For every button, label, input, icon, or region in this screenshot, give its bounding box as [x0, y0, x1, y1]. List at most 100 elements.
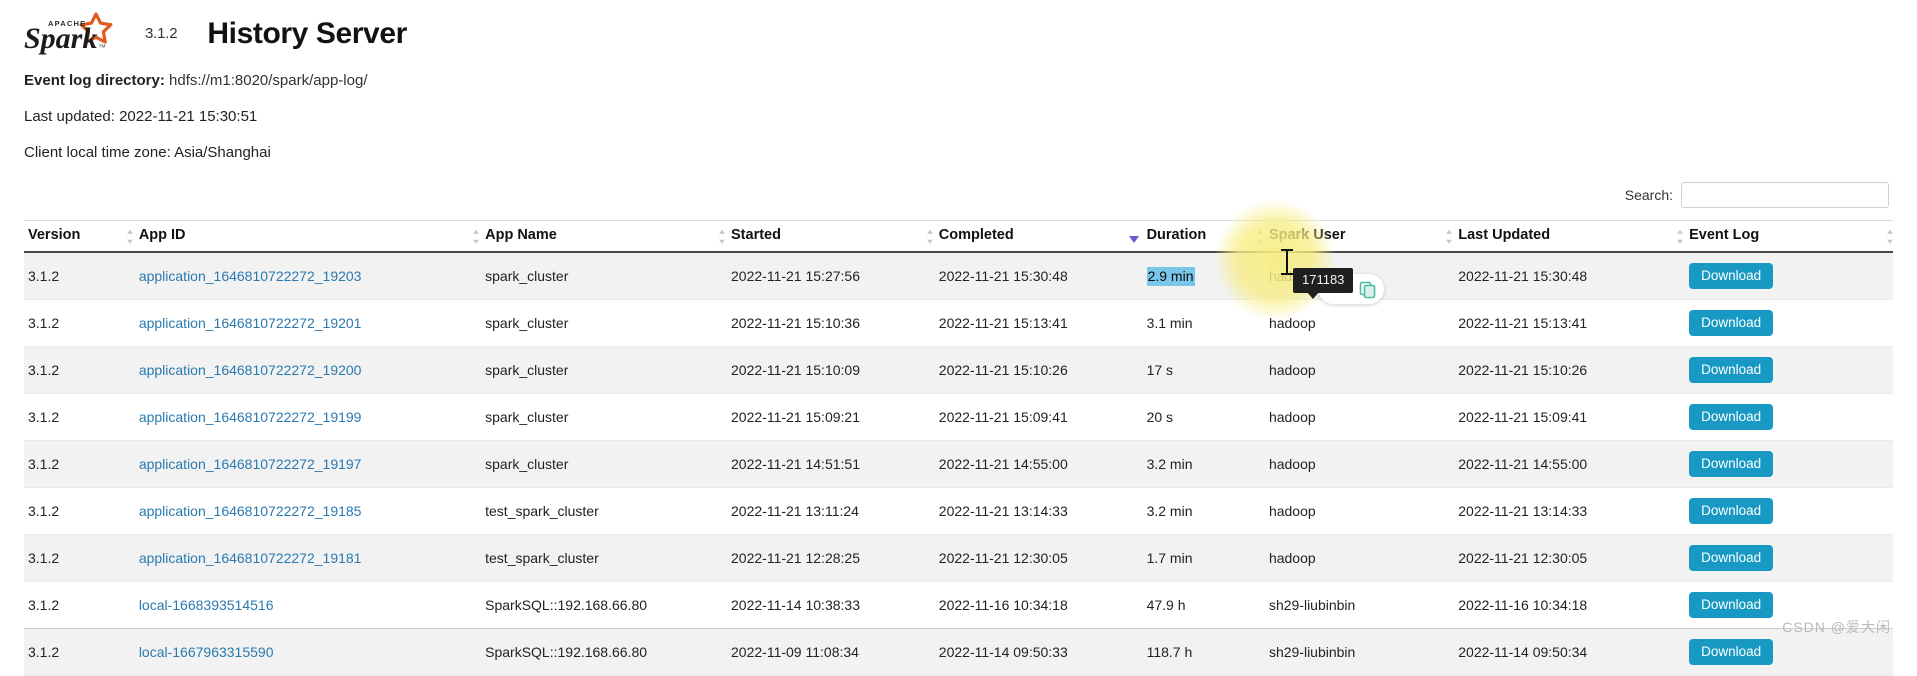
copy-icon[interactable] — [1359, 281, 1377, 299]
table-header-row: Version App ID App Name Started Complete… — [24, 220, 1895, 253]
cell-app-name: SparkSQL::192.168.66.80 — [481, 628, 728, 676]
cell-completed: 2022-11-21 13:14:33 — [934, 487, 1143, 535]
cell-version: 3.1.2 — [24, 534, 135, 582]
download-button[interactable]: Download — [1689, 310, 1774, 336]
cell-app-id: local-1668393514516 — [134, 581, 482, 629]
table-body: 3.1.2 application_1646810722272_19203 spar… — [24, 252, 1893, 676]
cell-spark-user: hadoop — [1264, 393, 1455, 441]
cell-started: 2022-11-21 15:09:21 — [727, 393, 935, 441]
app-id-link[interactable]: application_1646810722272_19200 — [139, 362, 362, 378]
event-log-directory-line: Event log directory: hdfs://m1:8020/spar… — [24, 72, 1917, 89]
cell-version: 3.1.2 — [24, 487, 135, 535]
cell-started: 2022-11-21 15:10:36 — [727, 299, 935, 347]
cell-duration: 1.7 min — [1142, 534, 1265, 582]
cell-version: 3.1.2 — [24, 440, 135, 488]
cell-completed: 2022-11-21 15:10:26 — [934, 346, 1143, 394]
cell-event-log: Download — [1685, 252, 1893, 300]
cell-completed: 2022-11-21 15:13:41 — [934, 299, 1143, 347]
download-button[interactable]: Download — [1689, 639, 1774, 665]
app-id-link[interactable]: application_1646810722272_19201 — [139, 315, 362, 331]
app-id-link[interactable]: application_1646810722272_19181 — [139, 550, 362, 566]
column-header-last-updated[interactable]: Last Updated — [1446, 220, 1686, 253]
app-id-link[interactable]: application_1646810722272_19203 — [139, 268, 362, 284]
cell-spark-user: sh29-liubinbin — [1264, 628, 1455, 676]
app-id-link[interactable]: application_1646810722272_19185 — [139, 503, 362, 519]
column-header-app-name-label: App Name — [485, 227, 557, 243]
column-header-completed[interactable]: Completed — [926, 220, 1143, 253]
cell-spark-user: hadoop — [1264, 346, 1455, 394]
sort-handle-icon[interactable] — [1256, 229, 1265, 245]
duration-tooltip-text: 171183 — [1302, 272, 1345, 287]
cell-app-id: application_1646810722272_19200 — [134, 346, 482, 394]
cell-completed: 2022-11-21 12:30:05 — [934, 534, 1143, 582]
sort-handle-icon[interactable] — [472, 229, 481, 245]
sort-handle-icon[interactable] — [1445, 229, 1454, 245]
cell-event-log: Download — [1685, 440, 1893, 488]
app-id-link[interactable]: local-1667963315590 — [139, 644, 274, 660]
cell-app-id: application_1646810722272_19199 — [134, 393, 482, 441]
cell-started: 2022-11-21 13:11:24 — [727, 487, 935, 535]
column-header-started[interactable]: Started — [719, 220, 935, 253]
cell-app-name: SparkSQL::192.168.66.80 — [481, 581, 728, 629]
tooltip-tail-icon — [1307, 292, 1319, 299]
column-header-duration[interactable]: Duration — [1128, 220, 1265, 253]
cell-app-name: test_spark_cluster — [481, 534, 728, 582]
duration-tooltip: 171183 — [1293, 268, 1354, 299]
cell-app-name: spark_cluster — [481, 299, 728, 347]
sort-handle-icon[interactable] — [126, 229, 135, 245]
sort-handle-icon[interactable] — [1676, 229, 1685, 245]
download-button[interactable]: Download — [1689, 451, 1774, 477]
cell-app-id: application_1646810722272_19185 — [134, 487, 482, 535]
cell-last-updated: 2022-11-21 12:30:05 — [1454, 534, 1686, 582]
cell-completed: 2022-11-21 14:55:00 — [934, 440, 1143, 488]
client-time-zone-line: Client local time zone: Asia/Shanghai — [24, 144, 271, 161]
cell-app-name: test_spark_cluster — [481, 487, 728, 535]
column-header-version[interactable]: Version — [24, 220, 135, 253]
download-button[interactable]: Download — [1689, 357, 1774, 383]
sort-handle-icon[interactable] — [718, 229, 727, 245]
cell-last-updated: 2022-11-16 10:34:18 — [1454, 581, 1686, 629]
column-header-app-id[interactable]: App ID — [126, 220, 482, 253]
cell-spark-user: sh29-liubinbin — [1264, 581, 1455, 629]
cell-duration: 3.2 min — [1142, 487, 1265, 535]
table-header: Version App ID App Name Started Complete… — [24, 220, 1895, 253]
cell-event-log: Download — [1685, 487, 1893, 535]
table-row: 3.1.2 local-1667963315590 SparkSQL::192.16… — [24, 628, 1893, 676]
applications-table: Version App ID App Name Started Complete… — [24, 220, 1893, 676]
cell-started: 2022-11-09 11:08:34 — [727, 628, 935, 676]
cell-app-id: local-1667963315590 — [134, 628, 482, 676]
search-row: Search: — [0, 180, 1917, 210]
page-title: History Server — [207, 17, 407, 50]
cell-started: 2022-11-21 12:28:25 — [727, 534, 935, 582]
watermark: CSDN @爱大闲 — [1782, 619, 1891, 635]
column-header-app-name[interactable]: App Name — [473, 220, 728, 253]
column-header-event-log[interactable]: Event Log — [1677, 220, 1895, 253]
app-id-link[interactable]: application_1646810722272_19199 — [139, 409, 362, 425]
download-button[interactable]: Download — [1689, 545, 1774, 571]
app-id-link[interactable]: application_1646810722272_19197 — [139, 456, 362, 472]
sort-handle-icon[interactable] — [1886, 229, 1895, 245]
svg-text:Spark: Spark — [24, 22, 97, 55]
cell-app-name: spark_cluster — [481, 393, 728, 441]
cell-last-updated: 2022-11-21 15:13:41 — [1454, 299, 1686, 347]
column-header-spark-user-label: Spark User — [1268, 227, 1346, 243]
app-id-link[interactable]: local-1668393514516 — [139, 597, 274, 613]
cell-version: 3.1.2 — [24, 346, 135, 394]
cell-app-id: application_1646810722272_19197 — [134, 440, 482, 488]
download-button[interactable]: Download — [1689, 263, 1774, 289]
download-button[interactable]: Download — [1689, 592, 1774, 618]
download-button[interactable]: Download — [1689, 498, 1774, 524]
search-input[interactable] — [1681, 182, 1889, 208]
cell-app-name: spark_cluster — [481, 440, 728, 488]
download-button[interactable]: Download — [1689, 404, 1774, 430]
column-header-spark-user[interactable]: Spark User — [1256, 220, 1455, 253]
event-log-directory-label: Event log directory: — [24, 72, 165, 89]
cell-last-updated: 2022-11-21 13:14:33 — [1454, 487, 1686, 535]
column-header-event-log-label: Event Log — [1689, 227, 1760, 243]
cell-started: 2022-11-21 15:27:56 — [727, 252, 935, 300]
event-log-directory-value: hdfs://m1:8020/spark/app-log/ — [169, 72, 368, 89]
cell-last-updated: 2022-11-14 09:50:34 — [1454, 628, 1686, 676]
sort-handle-icon[interactable] — [926, 229, 935, 245]
cell-version: 3.1.2 — [24, 299, 135, 347]
table-row: 3.1.2 application_1646810722272_19181 test… — [24, 534, 1893, 582]
